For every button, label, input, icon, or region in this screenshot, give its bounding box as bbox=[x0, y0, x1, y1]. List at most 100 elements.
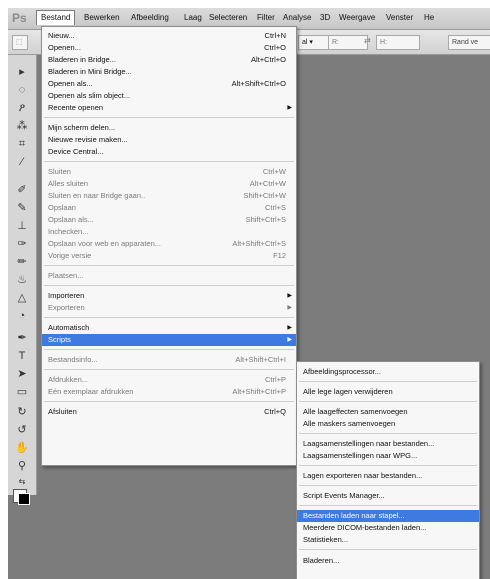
menu-item-label: Importeren bbox=[48, 291, 85, 300]
menu-laag[interactable]: Laag bbox=[180, 11, 206, 25]
brush-icon[interactable]: ✎ bbox=[14, 201, 30, 215]
menu-filter[interactable]: Filter bbox=[253, 11, 279, 25]
eraser-icon[interactable]: ✏ bbox=[14, 255, 30, 269]
hand-icon[interactable]: ✋ bbox=[14, 441, 30, 455]
submenu-arrow-icon: ▶ bbox=[287, 325, 292, 331]
move-icon[interactable]: ▸ bbox=[14, 65, 30, 79]
menu-item-openen-slim-object[interactable]: Openen als slim object... bbox=[42, 90, 296, 102]
refine-edge-button[interactable]: Rand ve bbox=[448, 35, 490, 50]
menu-item-bestandsinfo[interactable]: Bestandsinfo... Alt+Shift+Ctrl+I bbox=[42, 354, 296, 366]
script-item-lege-lagen-verwijderen[interactable]: Alle lege lagen verwijderen bbox=[297, 386, 479, 398]
script-item-lagen-exporteren[interactable]: Lagen exporteren naar bestanden... bbox=[297, 470, 479, 482]
paint-bucket-icon[interactable]: ♨ bbox=[14, 273, 30, 287]
swap-colors-icon[interactable]: ⇆ bbox=[14, 475, 30, 489]
menu-item-nieuwe-revisie[interactable]: Nieuwe revisie maken... bbox=[42, 134, 296, 146]
menu-selecteren[interactable]: Selecteren bbox=[205, 11, 251, 25]
menu-separator bbox=[299, 485, 477, 486]
menu-bestand[interactable]: Bestand bbox=[36, 10, 76, 25]
type-icon[interactable]: T bbox=[14, 349, 30, 363]
menu-item-label: Bestandsinfo... bbox=[48, 355, 98, 364]
menu-item-afdrukken[interactable]: Afdrukken... Ctrl+P bbox=[42, 374, 296, 386]
history-brush-icon[interactable]: ✑ bbox=[14, 237, 30, 251]
quick-select-icon[interactable]: ⁂ bbox=[14, 119, 30, 133]
menu-item-shortcut: Ctrl+N bbox=[264, 31, 286, 40]
script-item-dicom-laden[interactable]: Meerdere DICOM-bestanden laden... bbox=[297, 522, 479, 534]
photoshop-window: Ps Bestand Bewerken Afbeelding Laag Sele… bbox=[8, 8, 490, 579]
3d-rotate-icon[interactable]: ↻ bbox=[14, 405, 30, 419]
tool-preset-icon[interactable]: ⬚ bbox=[12, 35, 28, 50]
foreground-color-swatch[interactable] bbox=[18, 493, 30, 505]
menu-analyse[interactable]: Analyse bbox=[279, 11, 315, 25]
script-item-statistieken[interactable]: Statistieken... bbox=[297, 534, 479, 546]
file-menu: Nieuw... Ctrl+N Openen... Ctrl+O Bladeren … bbox=[41, 26, 297, 466]
menu-item-exporteren[interactable]: Exporteren ▶ bbox=[42, 302, 296, 314]
menu-item-nieuw[interactable]: Nieuw... Ctrl+N bbox=[42, 30, 296, 42]
menu-item-afsluiten[interactable]: Afsluiten Ctrl+Q bbox=[42, 406, 296, 418]
scripts-submenu: Afbeeldingsprocessor... Alle lege lagen … bbox=[296, 361, 480, 579]
menu-item-vorige-versie[interactable]: Vorige versie F12 bbox=[42, 250, 296, 262]
menu-item-label: Nieuwe revisie maken... bbox=[48, 135, 128, 144]
menu-item-opslaan-web[interactable]: Opslaan voor web en apparaten... Alt+Shif… bbox=[42, 238, 296, 250]
crop-icon[interactable]: ⌗ bbox=[14, 137, 30, 151]
script-item-afbeeldingsprocessor[interactable]: Afbeeldingsprocessor... bbox=[297, 366, 479, 378]
marquee-icon[interactable]: ◌ bbox=[14, 83, 30, 97]
menu-item-openen[interactable]: Openen... Ctrl+O bbox=[42, 42, 296, 54]
menu-item-scripts[interactable]: Scripts ▶ bbox=[42, 334, 296, 346]
menu-separator bbox=[44, 285, 294, 286]
menu-item-label: Plaatsen... bbox=[48, 271, 84, 280]
blur-icon[interactable]: △ bbox=[14, 291, 30, 305]
menu-item-opslaan-als[interactable]: Opslaan als... Shift+Ctrl+S bbox=[42, 214, 296, 226]
swap-icon[interactable]: ⇄ bbox=[364, 36, 371, 45]
healing-brush-icon[interactable]: ✐ bbox=[14, 183, 30, 197]
style-select[interactable]: al ▾ bbox=[298, 35, 330, 50]
menu-item-device-central[interactable]: Device Central... bbox=[42, 146, 296, 158]
menu-item-label: Opslaan als... bbox=[48, 215, 94, 224]
menu-separator bbox=[299, 505, 477, 506]
menu-item-automatisch[interactable]: Automatisch ▶ bbox=[42, 322, 296, 334]
menu-bewerken[interactable]: Bewerken bbox=[80, 11, 124, 25]
menu-item-bladeren-bridge[interactable]: Bladeren in Bridge... Alt+Ctrl+O bbox=[42, 54, 296, 66]
menu-item-label: Openen... bbox=[48, 43, 81, 52]
menu-item-opslaan[interactable]: Opslaan Ctrl+S bbox=[42, 202, 296, 214]
menu-help[interactable]: He bbox=[420, 11, 438, 25]
height-field[interactable]: H: bbox=[376, 35, 420, 50]
menu-item-importeren[interactable]: Importeren ▶ bbox=[42, 290, 296, 302]
menu-item-label: Inchecken... bbox=[48, 227, 89, 236]
menu-item-sluiten[interactable]: Sluiten Ctrl+W bbox=[42, 166, 296, 178]
style-select-value: al bbox=[302, 39, 308, 46]
script-item-maskers-samenvoegen[interactable]: Alle maskers samenvoegen bbox=[297, 418, 479, 430]
menu-item-sluiten-bridge[interactable]: Sluiten en naar Bridge gaan.. Shift+Ctrl+… bbox=[42, 190, 296, 202]
clone-stamp-icon[interactable]: ⊥ bbox=[14, 219, 30, 233]
dodge-icon[interactable]: ◔ bbox=[14, 309, 30, 323]
zoom-icon[interactable]: ⚲ bbox=[14, 459, 30, 473]
width-field[interactable]: R: bbox=[328, 35, 368, 50]
menu-item-bladeren-mini-bridge[interactable]: Bladeren in Mini Bridge... bbox=[42, 66, 296, 78]
eyedropper-icon[interactable]: ⁄ bbox=[14, 155, 30, 169]
menu-item-recente-openen[interactable]: Recente openen ▶ bbox=[42, 102, 296, 114]
menu-item-inchecken[interactable]: Inchecken... bbox=[42, 226, 296, 238]
menu-separator bbox=[44, 265, 294, 266]
pen-icon[interactable]: ✒ bbox=[14, 331, 30, 345]
lasso-icon[interactable]: ዖ bbox=[14, 101, 30, 115]
menu-3d[interactable]: 3D bbox=[316, 11, 334, 25]
script-item-bladeren[interactable]: Bladeren... bbox=[297, 555, 479, 567]
menu-separator bbox=[44, 369, 294, 370]
menu-item-een-exemplaar-afdrukken[interactable]: Eén exemplaar afdrukken Alt+Shift+Ctrl+P bbox=[42, 386, 296, 398]
menu-venster[interactable]: Venster bbox=[382, 11, 417, 25]
script-item-laagsamenstellingen-wpg[interactable]: Laagsamenstellingen naar WPG... bbox=[297, 450, 479, 462]
script-item-bestanden-laden-stapel[interactable]: Bestanden laden naar stapel... bbox=[297, 510, 479, 522]
script-item-laagsamenstellingen-bestanden[interactable]: Laagsamenstellingen naar bestanden... bbox=[297, 438, 479, 450]
path-select-icon[interactable]: ➤ bbox=[14, 367, 30, 381]
menu-separator bbox=[299, 465, 477, 466]
script-item-laageffecten-samenvoegen[interactable]: Alle laageffecten samenvoegen bbox=[297, 406, 479, 418]
menu-item-plaatsen[interactable]: Plaatsen... bbox=[42, 270, 296, 282]
3d-orbit-icon[interactable]: ↺ bbox=[14, 423, 30, 437]
menu-item-scherm-delen[interactable]: Mijn scherm delen... bbox=[42, 122, 296, 134]
menu-item-openen-als[interactable]: Openen als... Alt+Shift+Ctrl+O bbox=[42, 78, 296, 90]
menu-weergave[interactable]: Weergave bbox=[335, 11, 379, 25]
menu-item-label: Automatisch bbox=[48, 323, 90, 332]
menu-item-alles-sluiten[interactable]: Alles sluiten Alt+Ctrl+W bbox=[42, 178, 296, 190]
script-item-script-events-manager[interactable]: Script Events Manager... bbox=[297, 490, 479, 502]
shape-icon[interactable]: ▭ bbox=[14, 385, 30, 399]
menu-afbeelding[interactable]: Afbeelding bbox=[127, 11, 173, 25]
